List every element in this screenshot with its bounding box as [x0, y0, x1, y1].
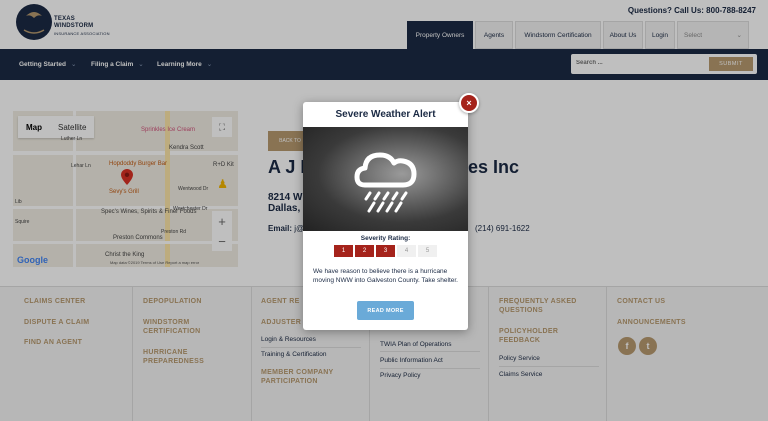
storm-image	[303, 127, 468, 231]
severity-level-1: 1	[334, 245, 353, 257]
read-more-button[interactable]: READ MORE	[357, 301, 414, 320]
severity-level-2: 2	[355, 245, 374, 257]
storm-cloud-icon	[354, 152, 417, 213]
alert-message: We have reason to believe there is a hur…	[313, 268, 458, 284]
severity-level-3: 3	[376, 245, 395, 257]
modal-title: Severe Weather Alert	[335, 109, 436, 120]
severity-level-4: 4	[397, 245, 416, 257]
severe-weather-alert-modal: Severe Weather Alert × Severity Rating: …	[303, 93, 479, 330]
close-button[interactable]: ×	[459, 93, 479, 113]
severity-rating: 1 2 3 4 5	[334, 245, 439, 257]
severity-level-5: 5	[418, 245, 437, 257]
severity-label: Severity Rating:	[360, 235, 411, 242]
